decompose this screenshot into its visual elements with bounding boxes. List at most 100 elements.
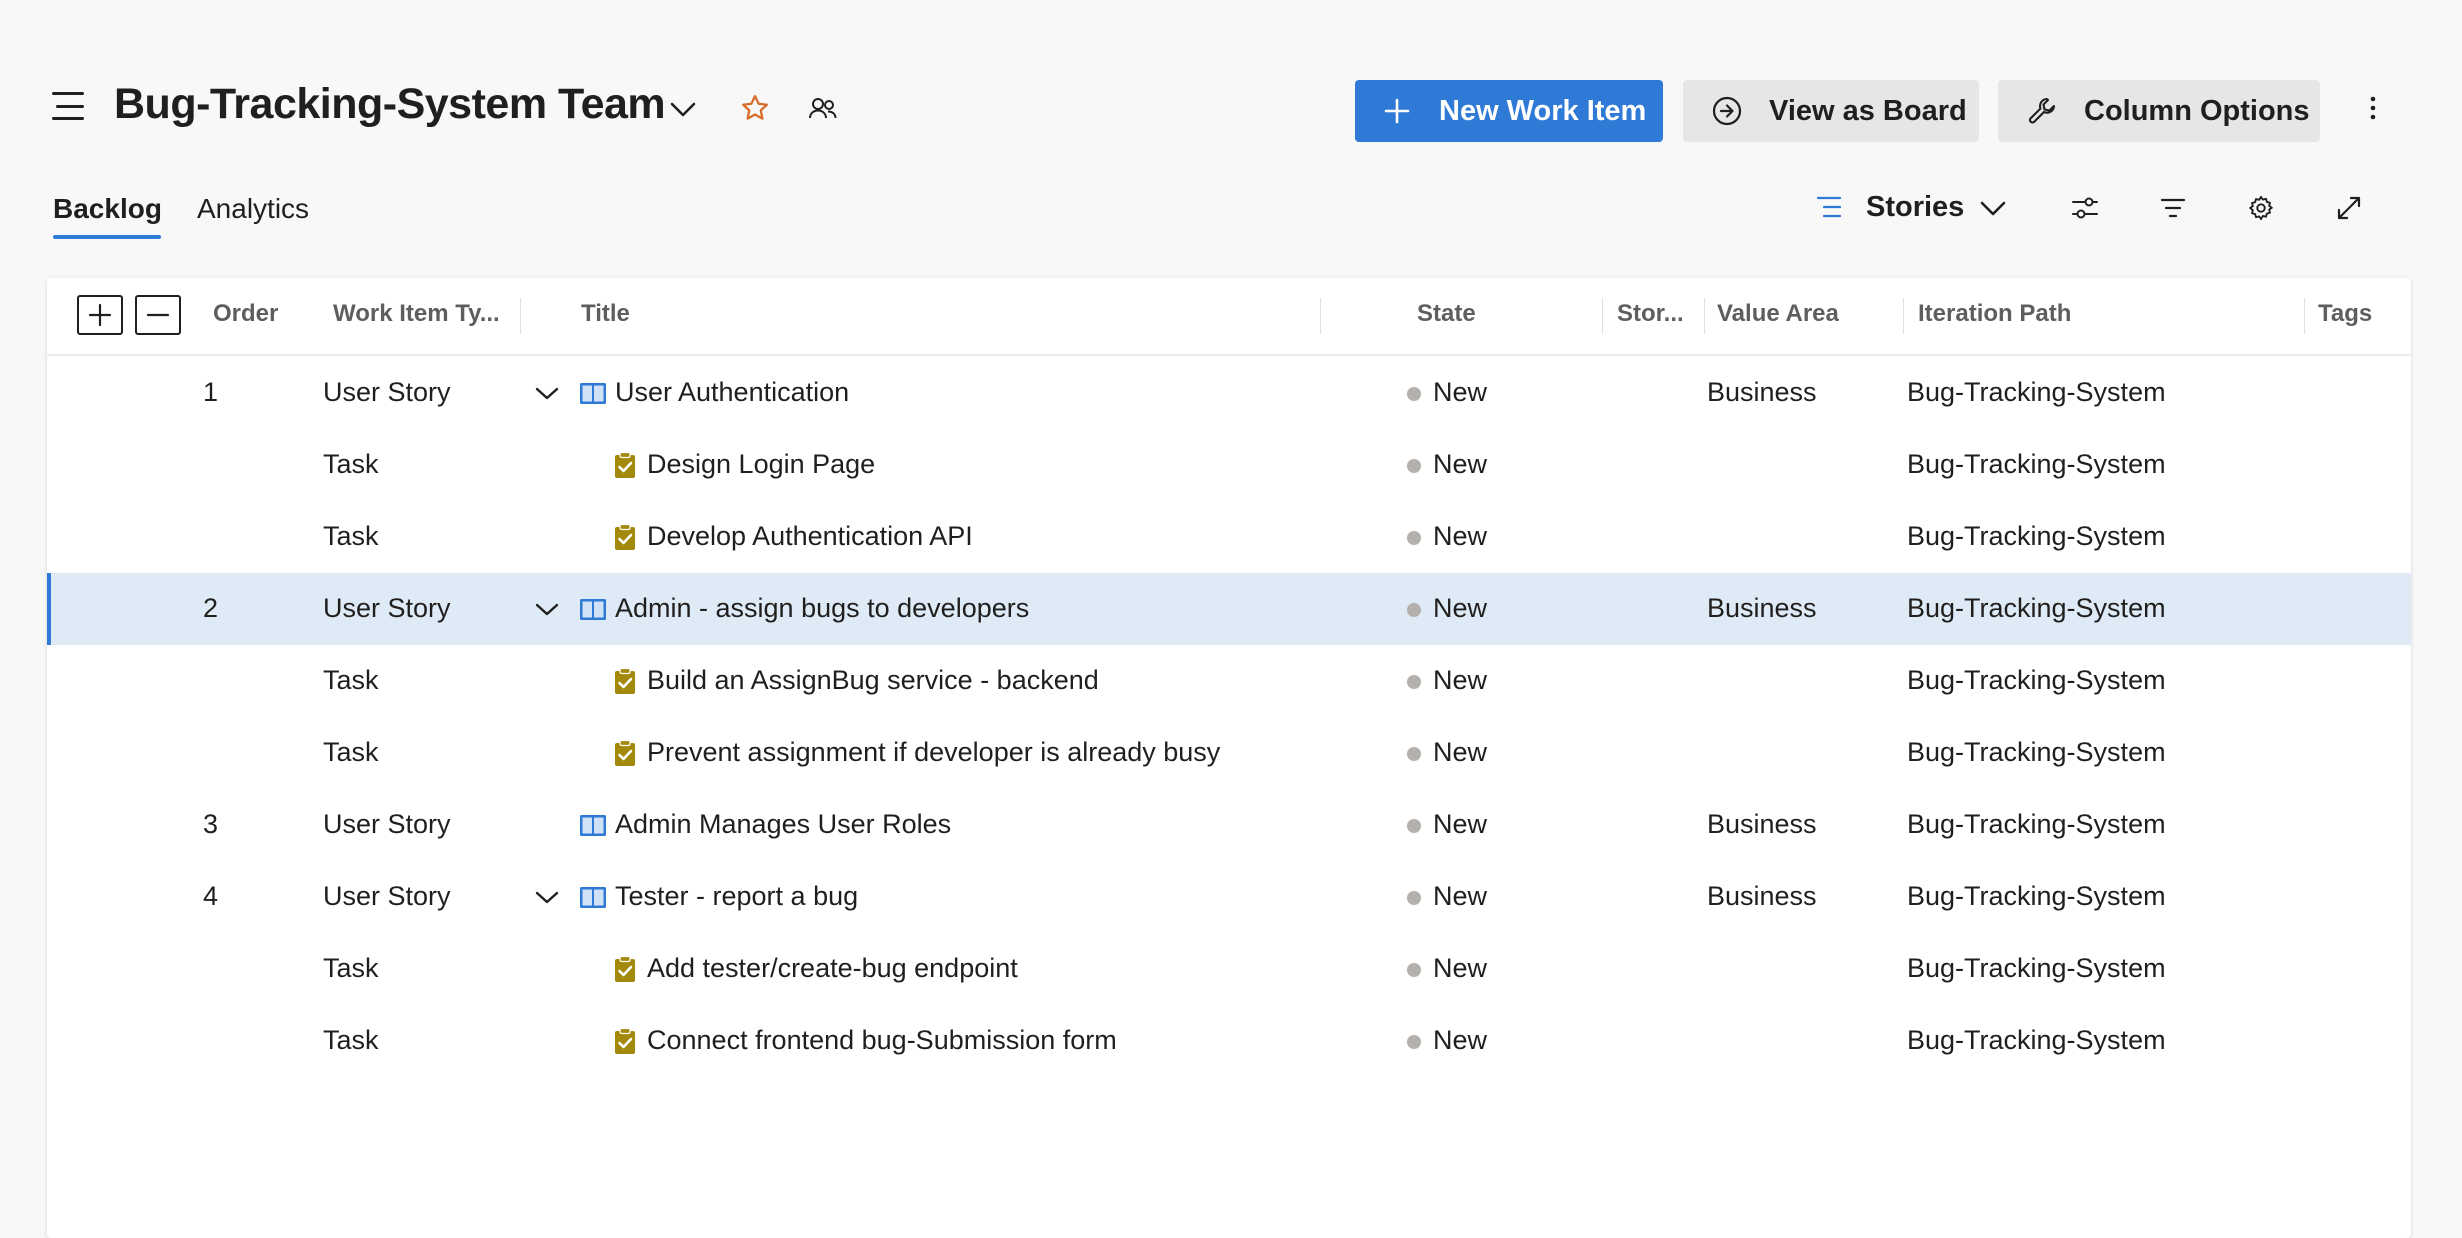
type-cell: Task: [323, 953, 379, 983]
column-options-label: Column Options: [2084, 94, 2310, 127]
backlog-level-icon: [1814, 192, 1844, 222]
expand-all-button[interactable]: [77, 295, 123, 335]
type-cell: Task: [323, 449, 379, 479]
table-row[interactable]: 2 User Story Admin - assign bugs to develo…: [47, 573, 2411, 645]
column-header-state[interactable]: State: [1417, 300, 1476, 328]
state-cell: New: [1433, 377, 1488, 407]
arrow-circle-icon: [1709, 93, 1745, 129]
column-divider[interactable]: [1704, 298, 1705, 334]
column-header-story-points[interactable]: Stor...: [1617, 300, 1684, 328]
expand-icon[interactable]: [2332, 191, 2366, 225]
tab-analytics[interactable]: Analytics: [197, 193, 309, 225]
plus-icon: [1379, 93, 1415, 129]
column-header-value-area[interactable]: Value Area: [1717, 300, 1839, 328]
clipboard-check-icon: [610, 954, 640, 984]
more-vertical-icon[interactable]: [2356, 91, 2390, 125]
type-cell: User Story: [323, 377, 451, 407]
view-as-board-label: View as Board: [1769, 94, 1967, 127]
clipboard-check-icon: [610, 522, 640, 552]
new-work-item-button[interactable]: New Work Item: [1355, 80, 1663, 142]
work-item-title[interactable]: Admin Manages User Roles: [615, 809, 951, 840]
state-cell: New: [1433, 1025, 1488, 1055]
state-indicator: [1407, 531, 1421, 545]
chevron-down-icon[interactable]: [667, 94, 699, 126]
table-row[interactable]: 4 User Story Tester - report a bug New Busin…: [47, 861, 2411, 933]
table-row[interactable]: Task Add tester/create-bug endpoint New Bug…: [47, 933, 2411, 1005]
value-area-cell: Business: [1707, 593, 1817, 623]
iteration-path-cell: Bug-Tracking-System: [1907, 1025, 2166, 1055]
chevron-down-icon[interactable]: [535, 387, 559, 401]
plus-box-icon: [88, 303, 112, 327]
work-item-title[interactable]: Admin - assign bugs to developers: [615, 593, 1029, 624]
tab-active-indicator: [53, 235, 161, 239]
work-item-title[interactable]: Prevent assignment if developer is alrea…: [647, 737, 1220, 768]
chevron-down-icon[interactable]: [535, 891, 559, 905]
value-area-cell: Business: [1707, 809, 1817, 839]
column-divider[interactable]: [1602, 298, 1603, 334]
state-cell: New: [1433, 449, 1488, 479]
iteration-path-cell: Bug-Tracking-System: [1907, 737, 2166, 767]
chevron-down-icon[interactable]: [535, 603, 559, 617]
order-cell: 4: [203, 881, 219, 911]
filter-icon[interactable]: [2156, 191, 2190, 225]
type-cell: User Story: [323, 881, 451, 911]
type-cell: Task: [323, 1025, 379, 1055]
table-row[interactable]: Task Connect frontend bug-Submission form…: [47, 1005, 2411, 1077]
state-indicator: [1407, 891, 1421, 905]
minus-box-icon: [146, 313, 170, 317]
table-row[interactable]: 3 User Story Admin Manages User Roles New Bu…: [47, 789, 2411, 861]
book-icon: [578, 810, 608, 840]
table-row[interactable]: Task Design Login Page New Bug-Tracking-Sys…: [47, 429, 2411, 501]
collapse-all-button[interactable]: [135, 295, 181, 335]
state-cell: New: [1433, 881, 1488, 911]
backlog-level-selector[interactable]: Stories: [1866, 191, 1964, 224]
clipboard-check-icon: [610, 1026, 640, 1056]
table-row[interactable]: 1 User Story User Authentication New Busines…: [47, 357, 2411, 429]
column-options-button[interactable]: Column Options: [1998, 80, 2320, 142]
sliders-icon[interactable]: [2068, 191, 2102, 225]
header-divider: [47, 354, 2411, 356]
order-cell: 3: [203, 809, 219, 839]
work-item-title[interactable]: Add tester/create-bug endpoint: [647, 953, 1018, 984]
team-title: Bug-Tracking-System Team: [114, 80, 666, 128]
column-divider[interactable]: [2304, 298, 2305, 334]
book-icon: [578, 594, 608, 624]
chevron-down-icon[interactable]: [1978, 194, 2008, 224]
table-row[interactable]: Task Develop Authentication API New Bug-Tra…: [47, 501, 2411, 573]
state-cell: New: [1433, 953, 1488, 983]
column-divider[interactable]: [520, 298, 521, 334]
work-item-title[interactable]: Build an AssignBug service - backend: [647, 665, 1099, 696]
state-indicator: [1407, 603, 1421, 617]
column-header-order[interactable]: Order: [213, 300, 278, 328]
work-item-title[interactable]: User Authentication: [615, 377, 849, 408]
tab-backlog[interactable]: Backlog: [53, 193, 162, 225]
iteration-path-cell: Bug-Tracking-System: [1907, 377, 2166, 407]
gear-icon[interactable]: [2244, 191, 2278, 225]
order-cell: 1: [203, 377, 219, 407]
work-item-title[interactable]: Develop Authentication API: [647, 521, 973, 552]
star-icon[interactable]: [738, 91, 772, 125]
table-row[interactable]: Task Build an AssignBug service - backend…: [47, 645, 2411, 717]
state-indicator: [1407, 819, 1421, 833]
work-item-title[interactable]: Connect frontend bug-Submission form: [647, 1025, 1117, 1056]
work-item-title[interactable]: Design Login Page: [647, 449, 875, 480]
state-cell: New: [1433, 809, 1488, 839]
column-header-iteration-path[interactable]: Iteration Path: [1918, 300, 2071, 328]
iteration-path-cell: Bug-Tracking-System: [1907, 449, 2166, 479]
table-row[interactable]: Task Prevent assignment if developer is a…: [47, 717, 2411, 789]
people-icon[interactable]: [806, 92, 840, 126]
iteration-path-cell: Bug-Tracking-System: [1907, 521, 2166, 551]
iteration-path-cell: Bug-Tracking-System: [1907, 953, 2166, 983]
column-header-tags[interactable]: Tags: [2318, 300, 2372, 328]
column-divider[interactable]: [1320, 298, 1321, 334]
view-as-board-button[interactable]: View as Board: [1683, 80, 1979, 142]
column-header-title[interactable]: Title: [581, 300, 630, 328]
state-indicator: [1407, 387, 1421, 401]
type-cell: Task: [323, 521, 379, 551]
state-cell: New: [1433, 737, 1488, 767]
iteration-path-cell: Bug-Tracking-System: [1907, 809, 2166, 839]
column-header-type[interactable]: Work Item Ty...: [333, 300, 500, 328]
hamburger-icon[interactable]: [52, 92, 84, 120]
column-divider[interactable]: [1903, 298, 1904, 334]
work-item-title[interactable]: Tester - report a bug: [615, 881, 858, 912]
